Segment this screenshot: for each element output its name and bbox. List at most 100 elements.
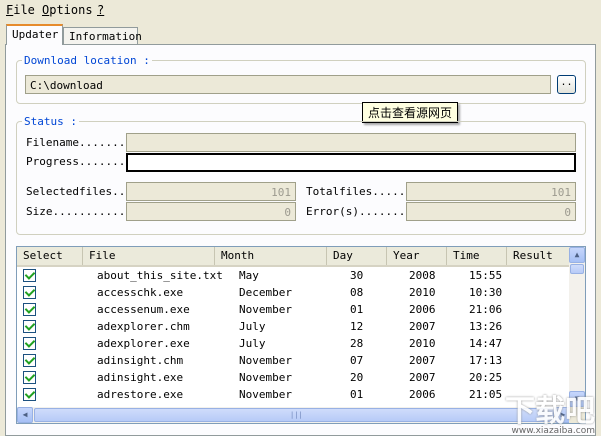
download-path-field[interactable]: C:\download — [25, 75, 551, 94]
selectedfiles-label: Selectedfiles... — [26, 185, 132, 198]
select-checkbox[interactable] — [23, 303, 36, 316]
tab-updater[interactable]: Updater — [6, 24, 63, 45]
column-month[interactable]: Month — [215, 247, 327, 265]
table-row[interactable]: adinsight.exe November 20 2007 20:25 — [17, 369, 569, 386]
progress-bar — [126, 153, 576, 172]
cell-year: 2007 — [409, 354, 436, 367]
cell-year: 2008 — [409, 269, 436, 282]
totalfiles-field: 101 — [406, 182, 576, 201]
arrow-up-icon[interactable]: ▲ — [569, 247, 585, 263]
cell-day: 30 — [350, 269, 364, 282]
cell-day: 07 — [350, 354, 364, 367]
cell-file: adexplorer.chm — [97, 320, 190, 333]
table-row[interactable]: accessenum.exe November 01 2006 21:06 — [17, 301, 569, 318]
cell-month: November — [239, 303, 292, 316]
tab-updater-label: Updater — [12, 28, 59, 41]
cell-file: adexplorer.exe — [97, 337, 190, 350]
select-checkbox[interactable] — [23, 388, 36, 401]
menu-help[interactable]: ? — [97, 3, 104, 17]
download-location-title: Download location : — [22, 54, 152, 67]
ellipsis-icon: .. — [560, 77, 573, 88]
errors-field: 0 — [406, 202, 576, 221]
vertical-scroll-thumb[interactable] — [570, 264, 584, 274]
cell-day: 28 — [350, 337, 364, 350]
select-checkbox[interactable] — [23, 320, 36, 333]
tab-information-label: Information — [69, 30, 142, 43]
cell-year: 2010 — [409, 337, 436, 350]
table-row[interactable]: about_this_site.txt May 30 2008 15:55 — [17, 267, 569, 284]
menu-options[interactable]: Options — [42, 3, 93, 17]
browse-button[interactable]: .. — [557, 75, 576, 94]
column-select[interactable]: Select — [17, 247, 83, 265]
column-result[interactable]: Result — [507, 247, 569, 265]
column-year[interactable]: Year — [387, 247, 447, 265]
select-checkbox[interactable] — [23, 269, 36, 282]
errors-label: Error(s)........ — [306, 205, 412, 218]
cell-day: 12 — [350, 320, 364, 333]
cell-day: 20 — [350, 371, 364, 384]
status-title: Status : — [22, 115, 79, 128]
cell-file: about_this_site.txt — [97, 269, 223, 282]
progress-label: Progress........ — [26, 155, 132, 168]
table-row[interactable]: adinsight.chm November 07 2007 17:13 — [17, 352, 569, 369]
cell-year: 2010 — [409, 286, 436, 299]
horizontal-scroll-thumb[interactable]: ||| — [34, 408, 554, 422]
cell-time: 10:30 — [469, 286, 503, 299]
cell-time: 20:25 — [469, 371, 503, 384]
cell-day: 08 — [350, 286, 364, 299]
watermark-url: www.xiazaiba.com — [511, 426, 595, 436]
size-label: Size............ — [26, 205, 132, 218]
cell-time: 13:26 — [469, 320, 503, 333]
table-row[interactable]: accesschk.exe December 08 2010 10:30 — [17, 284, 569, 301]
selectedfiles-field: 101 — [126, 182, 296, 201]
watermark-logo: 下载吧 — [505, 394, 595, 429]
cell-year: 2007 — [409, 371, 436, 384]
cell-time: 21:05 — [469, 388, 503, 401]
cell-month: July — [239, 337, 266, 350]
file-table[interactable]: Select File Month Day Year Time Result a… — [16, 246, 586, 424]
cell-month: July — [239, 320, 266, 333]
filename-field — [126, 133, 576, 152]
menu-help-key: ? — [97, 3, 105, 17]
select-checkbox[interactable] — [23, 354, 36, 367]
horizontal-scrollbar[interactable]: ◀ ||| ▶ — [17, 407, 585, 423]
cell-month: November — [239, 388, 292, 401]
totalfiles-label: Totalfiles...... — [306, 185, 412, 198]
select-checkbox[interactable] — [23, 371, 36, 384]
cell-time: 15:55 — [469, 269, 503, 282]
cell-month: November — [239, 354, 292, 367]
cell-file: adinsight.chm — [97, 354, 184, 367]
tab-information[interactable]: Information — [63, 27, 142, 45]
menu-file-rest: ile — [13, 3, 35, 17]
cell-day: 01 — [350, 303, 364, 316]
cell-file: adrestore.exe — [97, 388, 184, 401]
filename-label: Filename........ — [26, 136, 132, 149]
size-field: 0 — [126, 202, 296, 221]
menu-bar: File Options ? — [0, 0, 601, 20]
table-header: Select File Month Day Year Time Result — [17, 247, 569, 267]
menu-file[interactable]: File — [6, 3, 35, 17]
select-checkbox[interactable] — [23, 286, 36, 299]
cell-time: 17:13 — [469, 354, 503, 367]
cell-month: November — [239, 371, 292, 384]
cell-year: 2007 — [409, 320, 436, 333]
tooltip: 点击查看源网页 — [362, 102, 459, 123]
column-file[interactable]: File — [83, 247, 215, 265]
vertical-scrollbar[interactable]: ▲ ▼ — [569, 247, 585, 407]
cell-time: 14:47 — [469, 337, 503, 350]
table-row[interactable]: adexplorer.exe July 28 2010 14:47 — [17, 335, 569, 352]
cell-year: 2006 — [409, 388, 436, 401]
column-day[interactable]: Day — [327, 247, 387, 265]
table-row[interactable]: adrestore.exe November 01 2006 21:05 — [17, 386, 569, 403]
column-time[interactable]: Time — [447, 247, 507, 265]
cell-file: accessenum.exe — [97, 303, 190, 316]
cell-time: 21:06 — [469, 303, 503, 316]
cell-year: 2006 — [409, 303, 436, 316]
table-row[interactable]: adexplorer.chm July 12 2007 13:26 — [17, 318, 569, 335]
cell-file: accesschk.exe — [97, 286, 184, 299]
arrow-left-icon[interactable]: ◀ — [17, 407, 33, 423]
cell-file: adinsight.exe — [97, 371, 184, 384]
cell-month: May — [239, 269, 259, 282]
cell-month: December — [239, 286, 292, 299]
select-checkbox[interactable] — [23, 337, 36, 350]
